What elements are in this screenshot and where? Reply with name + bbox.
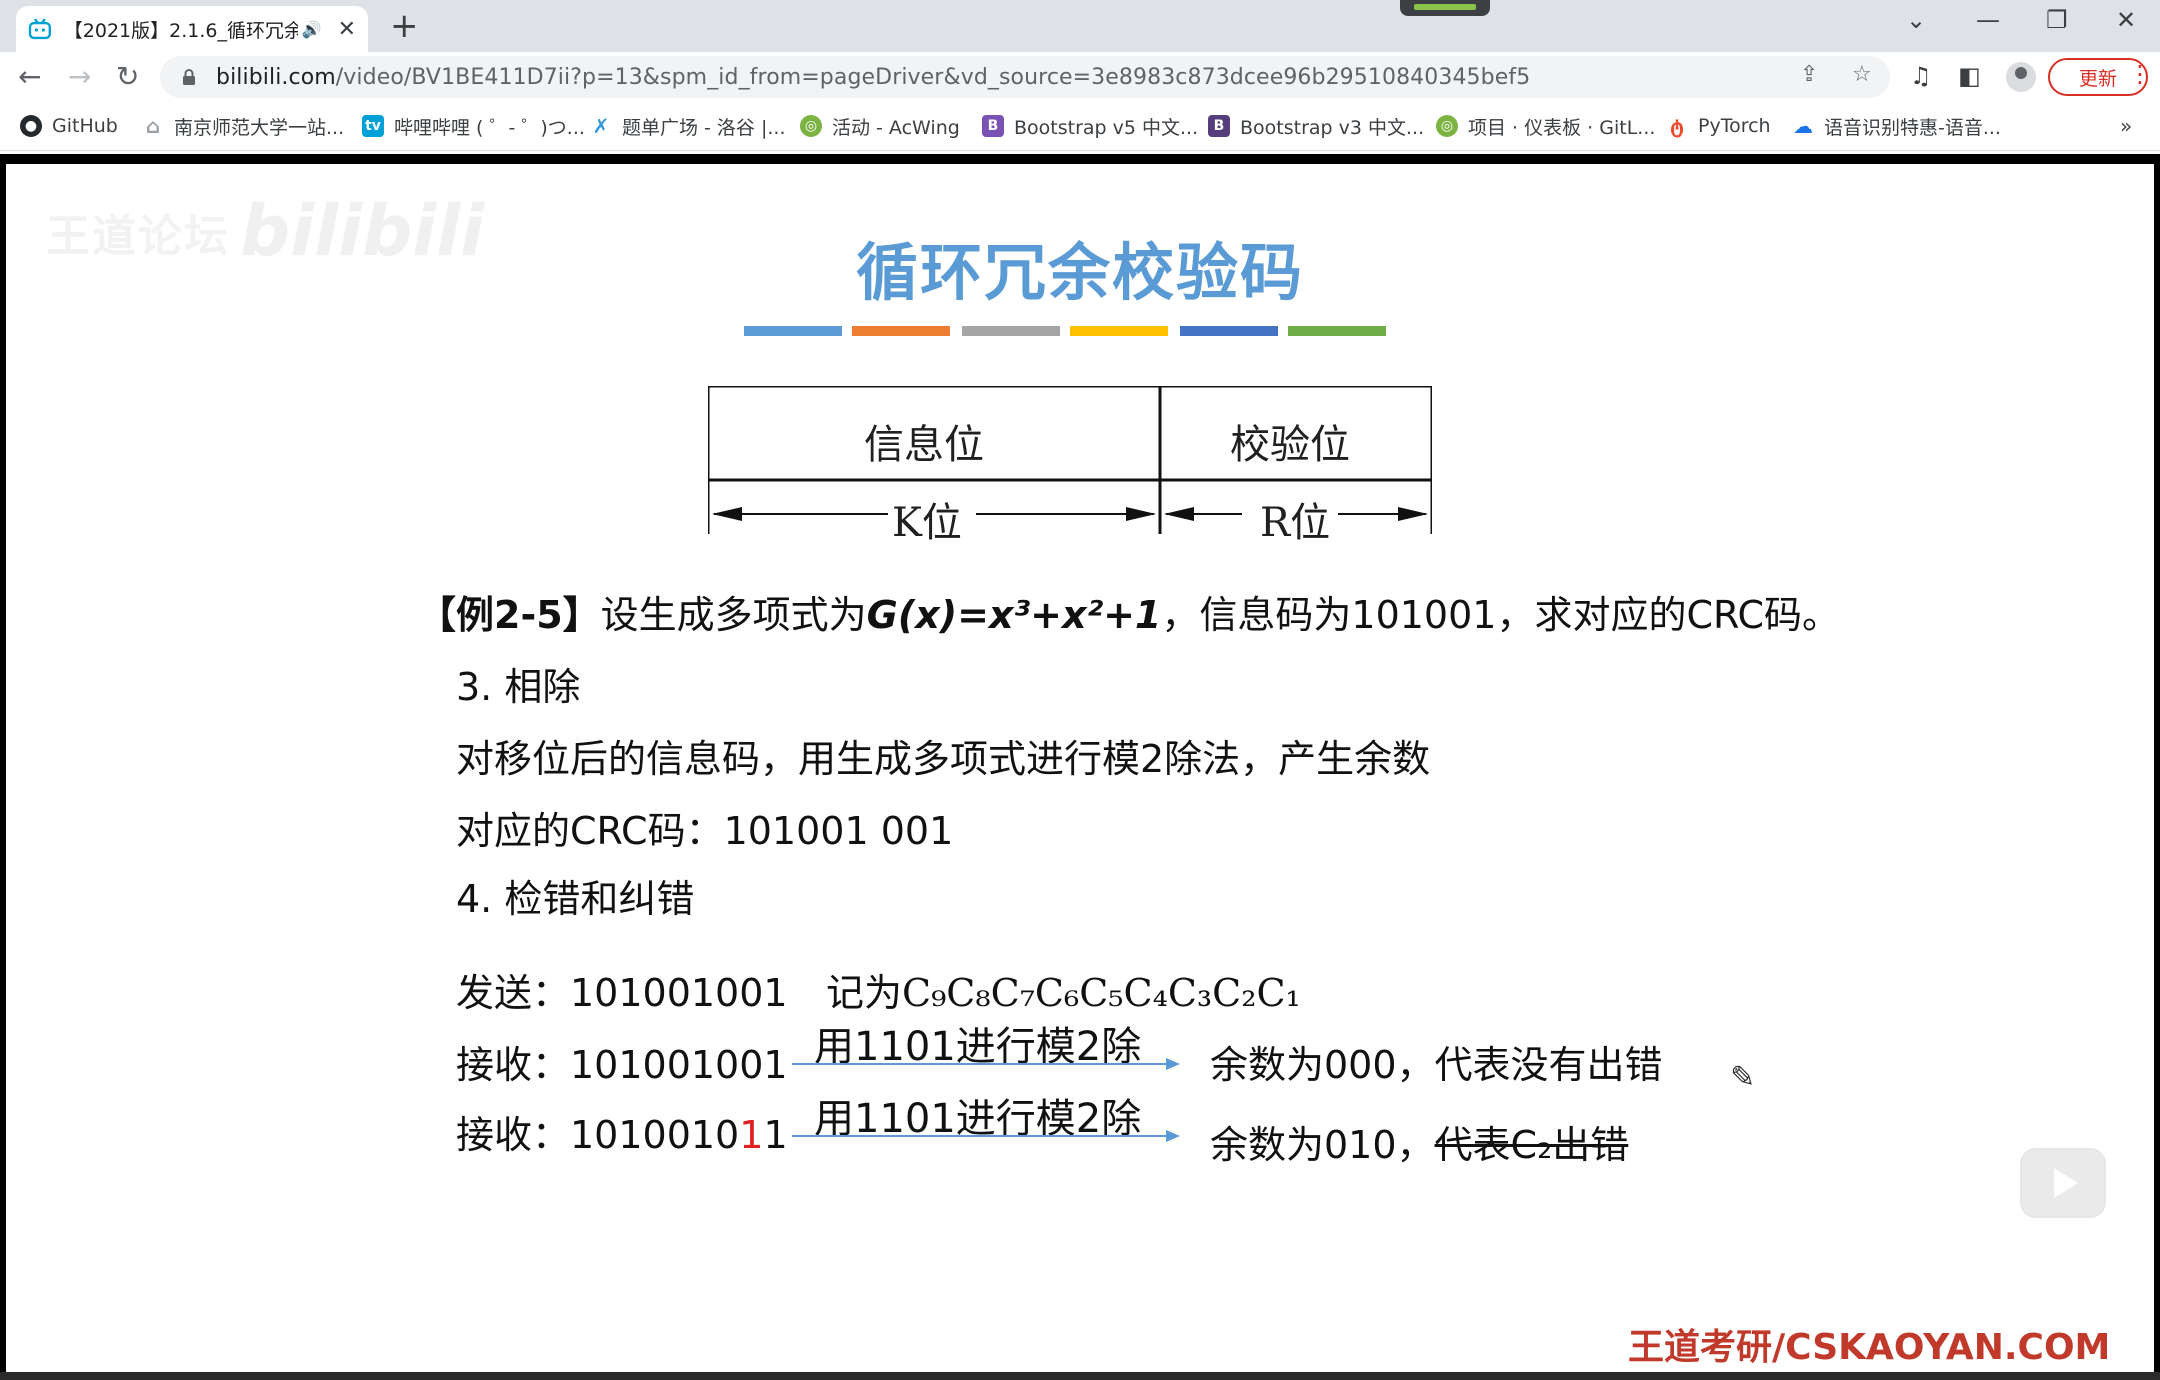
bookmark-pytorch[interactable]: ტ PyTorch xyxy=(1666,114,1771,138)
side-panel-icon[interactable]: ◧ xyxy=(1958,62,1981,90)
step4-heading: 4. 检错和纠错 xyxy=(456,877,695,921)
tab-active[interactable]: 【2021版】2.1.6_循环冗余校 🔊 ✕ xyxy=(16,6,368,52)
bilibili-icon xyxy=(28,18,51,40)
tab-strip: 【2021版】2.1.6_循环冗余校 🔊 ✕ + ⌄ — ❐ ✕ xyxy=(0,0,2160,52)
color-bar-3 xyxy=(962,326,1060,336)
slide-title: 循环冗余校验码 xyxy=(855,236,1304,309)
step3-description: 对移位后的信息码，用生成多项式进行模2除法，产生余数 xyxy=(456,737,1431,781)
lock-icon xyxy=(183,69,195,85)
reload-icon[interactable]: ↻ xyxy=(116,60,139,93)
pencil-icon[interactable]: ✎ xyxy=(1730,1060,1755,1095)
result-line-2: 余数为010，代表C₂出错 xyxy=(1210,1123,1629,1167)
bookmark-bootstrap-v5[interactable]: B Bootstrap v5 中文... xyxy=(982,114,1198,139)
bookmarks-bar: ● GitHub ⌂ 南京师范大学一站... tv 哔哩哔哩 ( ゜- ゜)つ.… xyxy=(0,102,2160,151)
bilibili-icon: tv xyxy=(362,115,384,137)
bookmark-bilibili[interactable]: tv 哔哩哔哩 ( ゜- ゜)つ... xyxy=(362,114,585,139)
tab-search-icon[interactable]: ⌄ xyxy=(1906,6,1926,34)
minimize-button[interactable]: — xyxy=(1976,6,2000,34)
color-bar-4 xyxy=(1070,326,1168,336)
send-line: 发送：101001001 xyxy=(456,971,788,1015)
forward-arrow-icon[interactable]: → xyxy=(68,60,91,93)
url-text: bilibili.com/video/BV1BE411D7ii?p=13&spm… xyxy=(216,64,1531,90)
close-tab-icon[interactable]: ✕ xyxy=(338,17,356,42)
bookmark-github[interactable]: ● GitHub xyxy=(20,114,118,138)
arrow-2 xyxy=(792,1130,1180,1142)
close-window-button[interactable]: ✕ xyxy=(2116,6,2136,34)
check-bits-label: 校验位 xyxy=(1230,422,1350,468)
pytorch-icon: ტ xyxy=(1669,114,1684,138)
bookmark-njnu[interactable]: ⌂ 南京师范大学一站... xyxy=(142,114,344,139)
info-bits-label: 信息位 xyxy=(864,422,984,468)
r-bits-label: R位 xyxy=(1260,500,1331,546)
play-button-icon[interactable] xyxy=(2020,1148,2106,1218)
globe-icon: ◎ xyxy=(800,115,822,137)
new-tab-button[interactable]: + xyxy=(390,8,419,44)
bookmark-luogu[interactable]: ✗ 题单广场 - 洛谷 |... xyxy=(590,114,786,139)
receive-line-1: 接收：101001001 xyxy=(456,1043,788,1087)
profile-avatar-icon[interactable] xyxy=(2006,62,2036,92)
share-icon[interactable]: ⇪ xyxy=(1800,62,1818,87)
color-bar-6 xyxy=(1288,326,1386,336)
bootstrap-icon: B xyxy=(1208,115,1230,137)
browser-toolbar: ← → ↻ bilibili.com/video/BV1BE411D7ii?p=… xyxy=(0,52,2160,102)
media-preview[interactable] xyxy=(1400,0,1490,16)
example-heading: 【例2-5】设生成多项式为G(x)=x³+x²+1，信息码为101001，求对应… xyxy=(418,593,1841,637)
luogu-icon: ✗ xyxy=(592,114,610,138)
step3-heading: 3. 相除 xyxy=(456,665,581,709)
brand-watermark: 王道考研/CSKAOYAN.COM xyxy=(1628,1327,2111,1368)
struck-text: 代表C₂出错 xyxy=(1434,1123,1629,1167)
bookmark-star-icon[interactable]: ☆ xyxy=(1852,62,1872,87)
crc-result: 对应的CRC码：101001 001 xyxy=(456,809,954,853)
cloud-icon: ☁ xyxy=(1793,114,1813,138)
menu-kebab-icon[interactable]: ⋮ xyxy=(2128,60,2152,88)
address-bar[interactable]: bilibili.com/video/BV1BE411D7ii?p=13&spm… xyxy=(160,56,1890,98)
home-icon: ⌂ xyxy=(145,114,161,138)
bookmarks-overflow-icon[interactable]: » xyxy=(2120,114,2132,138)
result-line-1: 余数为000，代表没有出错 xyxy=(1210,1043,1663,1087)
color-bar-1 xyxy=(744,326,842,336)
media-control-icon[interactable]: ♫ xyxy=(1910,62,1932,90)
video-progress-bar[interactable] xyxy=(0,1372,2160,1380)
color-bar-2 xyxy=(852,326,950,336)
bookmark-bootstrap-v3[interactable]: B Bootstrap v3 中文... xyxy=(1208,114,1424,139)
k-bits-label: K位 xyxy=(892,500,962,546)
globe-icon: ◎ xyxy=(1436,115,1458,137)
speaker-icon[interactable]: 🔊 xyxy=(302,20,322,39)
send-note: 记为C₉C₈C₇C₆C₅C₄C₃C₂C₁ xyxy=(826,971,1301,1015)
color-bar-5 xyxy=(1180,326,1278,336)
restore-button[interactable]: ❐ xyxy=(2046,6,2068,34)
github-icon: ● xyxy=(20,115,42,137)
bootstrap-icon: B xyxy=(982,115,1004,137)
tab-title: 【2021版】2.1.6_循环冗余校 xyxy=(63,19,298,42)
bookmark-speech[interactable]: ☁ 语音识别特惠-语音... xyxy=(1792,114,2001,139)
receive-line-2: 接收：101001011 xyxy=(456,1113,788,1157)
arrow-1 xyxy=(792,1058,1180,1070)
bookmark-gitlab[interactable]: ◎ 项目 · 仪表板 · GitL... xyxy=(1436,114,1655,139)
back-arrow-icon[interactable]: ← xyxy=(18,60,41,93)
error-bit: 1 xyxy=(739,1113,764,1157)
bookmark-acwing[interactable]: ◎ 活动 - AcWing xyxy=(800,114,960,139)
